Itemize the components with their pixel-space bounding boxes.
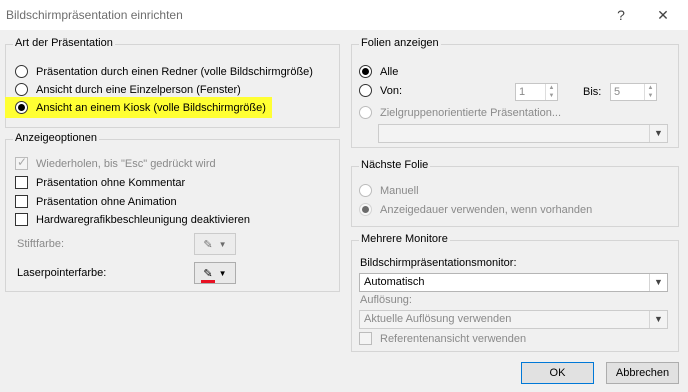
- spinner-arrows-icon[interactable]: ▲ ▼: [644, 84, 656, 100]
- bis-value: 5: [614, 86, 621, 98]
- title-bar: Bildschirmpräsentation einrichten ? ✕: [0, 0, 688, 30]
- group-label-art: Art der Präsentation: [13, 37, 115, 49]
- check-ohne-kommentar[interactable]: Präsentation ohne Kommentar: [15, 176, 185, 189]
- chevron-down-icon: ▼: [218, 239, 227, 249]
- check-ohne-kommentar-box[interactable]: [15, 176, 28, 189]
- group-label-naechste: Nächste Folie: [359, 159, 431, 171]
- radio-manuell[interactable]: Manuell: [359, 184, 419, 197]
- cancel-button[interactable]: Abbrechen: [606, 362, 679, 384]
- radio-manuell-label: Manuell: [380, 184, 419, 197]
- radio-zielgruppe-circle[interactable]: [359, 106, 372, 119]
- radio-redner[interactable]: Präsentation durch einen Redner (volle B…: [15, 65, 313, 78]
- spinner-arrows-icon[interactable]: ▲ ▼: [545, 84, 557, 100]
- radio-einzelperson-circle[interactable]: [15, 83, 28, 96]
- check-referentenansicht-label: Referentenansicht verwenden: [380, 332, 527, 345]
- check-ohne-animation-label: Präsentation ohne Animation: [36, 195, 177, 208]
- pen-icon: ✎: [201, 267, 216, 283]
- laserpointer-button[interactable]: ✎ ▼: [194, 262, 236, 284]
- von-value: 1: [519, 86, 526, 98]
- group-label-folien: Folien anzeigen: [359, 37, 441, 49]
- radio-redner-label: Präsentation durch einen Redner (volle B…: [36, 65, 313, 78]
- help-button[interactable]: ?: [610, 4, 632, 26]
- check-wiederholen[interactable]: Wiederholen, bis "Esc" gedrückt wird: [15, 155, 216, 170]
- radio-alle-circle[interactable]: [359, 65, 372, 78]
- close-button[interactable]: ✕: [652, 4, 674, 26]
- bis-label: Bis:: [583, 86, 602, 98]
- radio-redner-circle[interactable]: [15, 65, 28, 78]
- chevron-down-icon: ▼: [649, 274, 667, 291]
- radio-kiosk[interactable]: Ansicht an einem Kiosk (volle Bildschirm…: [5, 97, 272, 118]
- laser-color-swatch: [201, 279, 216, 283]
- stiftfarbe-label: Stiftfarbe:: [17, 238, 65, 250]
- check-ohne-kommentar-label: Präsentation ohne Kommentar: [36, 176, 186, 189]
- von-stepper[interactable]: 1 ▲ ▼: [515, 83, 558, 101]
- zielgruppe-select[interactable]: ▼: [378, 124, 668, 143]
- monitor-select[interactable]: Automatisch ▼: [359, 273, 668, 292]
- radio-anzeigedauer-circle[interactable]: [359, 203, 372, 216]
- ok-button[interactable]: OK: [521, 362, 594, 384]
- radio-einzelperson[interactable]: Ansicht durch eine Einzelperson (Fenster…: [15, 83, 241, 96]
- check-referentenansicht-box[interactable]: [359, 332, 372, 345]
- chevron-down-icon: ▼: [649, 125, 667, 142]
- radio-manuell-circle[interactable]: [359, 184, 372, 197]
- group-label-anzeige: Anzeigeoptionen: [13, 132, 99, 144]
- window-title: Bildschirmpräsentation einrichten: [6, 8, 183, 22]
- check-wiederholen-box[interactable]: [15, 155, 28, 170]
- aufloesung-value: Aktuelle Auflösung verwenden: [364, 313, 512, 325]
- radio-kiosk-label: Ansicht an einem Kiosk (volle Bildschirm…: [36, 101, 266, 114]
- radio-zielgruppe[interactable]: Zielgruppenorientierte Präsentation...: [359, 106, 561, 119]
- radio-alle-label: Alle: [380, 65, 399, 78]
- chevron-down-icon: ▼: [218, 268, 227, 278]
- radio-anzeigedauer[interactable]: Anzeigedauer verwenden, wenn vorhanden: [359, 203, 592, 216]
- radio-zielgruppe-label: Zielgruppenorientierte Präsentation...: [380, 106, 561, 119]
- radio-anzeigedauer-label: Anzeigedauer verwenden, wenn vorhanden: [380, 203, 593, 216]
- monitor-label: Bildschirmpräsentationsmonitor:: [360, 257, 517, 269]
- radio-von[interactable]: Von:: [359, 84, 402, 97]
- chevron-down-icon: ▼: [649, 311, 667, 328]
- aufloesung-label: Auflösung:: [360, 294, 412, 306]
- group-label-monitore: Mehrere Monitore: [359, 233, 450, 245]
- pen-icon: ✎: [203, 238, 213, 251]
- check-referentenansicht[interactable]: Referentenansicht verwenden: [359, 332, 526, 345]
- radio-von-label: Von:: [380, 84, 403, 97]
- check-hardware[interactable]: Hardwaregrafikbeschleunigung deaktiviere…: [15, 213, 250, 226]
- check-ohne-animation-box[interactable]: [15, 195, 28, 208]
- check-ohne-animation[interactable]: Präsentation ohne Animation: [15, 195, 177, 208]
- radio-kiosk-circle[interactable]: [15, 101, 28, 114]
- stiftfarbe-button[interactable]: ✎ ▼: [194, 233, 236, 255]
- check-hardware-label: Hardwaregrafikbeschleunigung deaktiviere…: [36, 213, 251, 226]
- aufloesung-select[interactable]: Aktuelle Auflösung verwenden ▼: [359, 310, 668, 329]
- check-wiederholen-label: Wiederholen, bis "Esc" gedrückt wird: [36, 157, 216, 170]
- radio-alle[interactable]: Alle: [359, 65, 398, 78]
- radio-von-circle[interactable]: [359, 84, 372, 97]
- monitor-value: Automatisch: [364, 276, 425, 288]
- check-hardware-box[interactable]: [15, 213, 28, 226]
- bis-stepper[interactable]: 5 ▲ ▼: [610, 83, 657, 101]
- radio-einzelperson-label: Ansicht durch eine Einzelperson (Fenster…: [36, 83, 241, 96]
- laserpointer-label: Laserpointerfarbe:: [17, 267, 107, 279]
